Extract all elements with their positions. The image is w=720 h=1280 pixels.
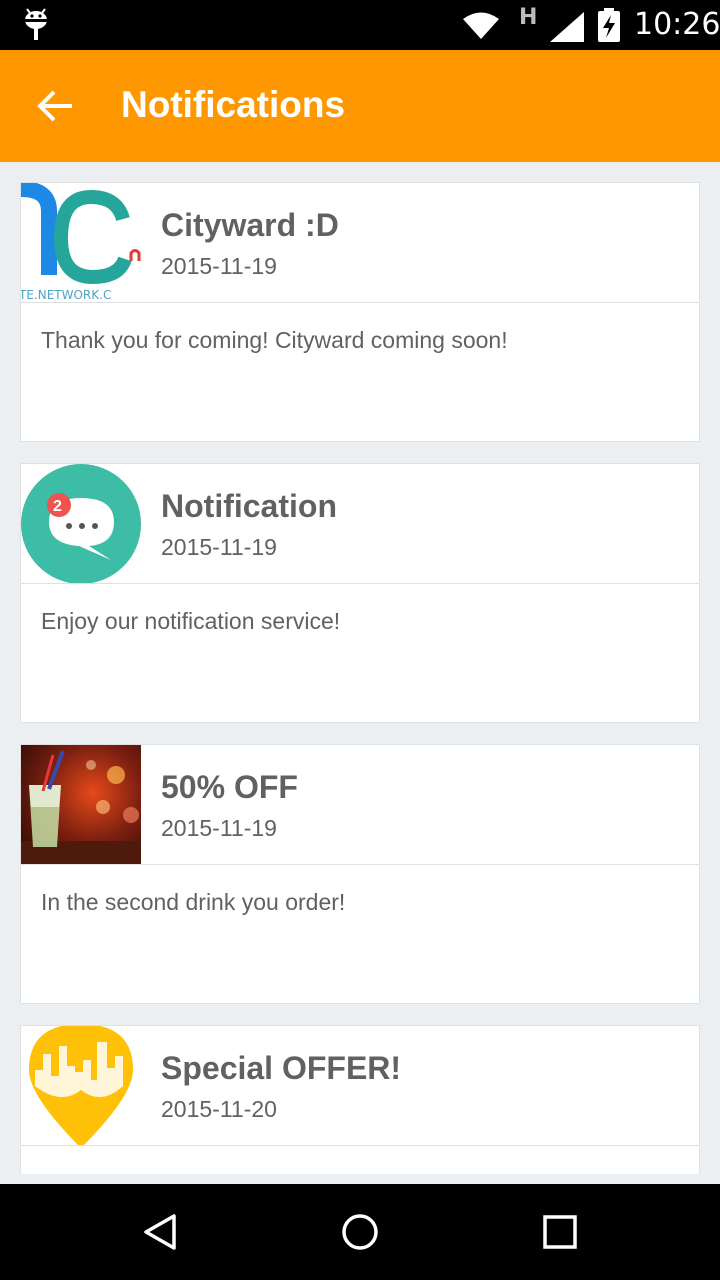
divider xyxy=(21,583,699,584)
battery-charging-icon xyxy=(598,8,620,42)
network-type-label: H xyxy=(519,5,538,30)
divider xyxy=(21,302,699,303)
notification-card[interactable]: Special OFFER! 2015-11-20 xyxy=(20,1025,700,1174)
status-clock: 10:26 xyxy=(634,7,720,42)
notification-title: Cityward :D xyxy=(161,207,339,243)
home-circle-icon[interactable] xyxy=(340,1212,380,1252)
divider xyxy=(21,1145,699,1146)
notification-list[interactable]: TE.NETWORK.C Cityward :D 2015-11-19 Than… xyxy=(0,162,720,1174)
notification-card[interactable]: TE.NETWORK.C Cityward :D 2015-11-19 Than… xyxy=(20,182,700,442)
cityward-logo-text: TE.NETWORK.C xyxy=(21,288,111,302)
signal-icon xyxy=(550,12,584,42)
android-debug-icon xyxy=(25,8,47,40)
notification-date: 2015-11-19 xyxy=(161,253,277,279)
notification-body: Enjoy our notification service! xyxy=(41,608,341,634)
notification-date: 2015-11-20 xyxy=(161,1096,277,1122)
notification-body: Thank you for coming! Cityward coming so… xyxy=(41,327,508,353)
page-title: Notifications xyxy=(121,84,346,125)
notification-badge-count: 2 xyxy=(53,498,62,515)
notification-title: Special OFFER! xyxy=(161,1050,402,1086)
arrow-back-icon[interactable] xyxy=(36,86,76,126)
notification-date: 2015-11-19 xyxy=(161,815,277,841)
wifi-icon xyxy=(463,12,499,39)
divider xyxy=(21,864,699,865)
notification-body: In the second drink you order! xyxy=(41,889,346,915)
chat-bubble-icon: 2 xyxy=(21,464,141,584)
status-bar: H 10:26 xyxy=(0,0,720,50)
cocktail-photo-thumb xyxy=(21,745,141,865)
app-bar: Notifications xyxy=(0,50,720,162)
city-pin-logo-thumb xyxy=(21,1026,141,1146)
notification-date: 2015-11-19 xyxy=(161,534,277,560)
notification-card[interactable]: 50% OFF 2015-11-19 In the second drink y… xyxy=(20,744,700,1004)
cityward-logo-thumb: TE.NETWORK.C xyxy=(21,183,141,303)
notification-title: 50% OFF xyxy=(161,769,298,805)
back-triangle-icon[interactable] xyxy=(140,1212,180,1252)
recents-square-icon[interactable] xyxy=(540,1212,580,1252)
navigation-bar xyxy=(0,1184,720,1280)
notification-card[interactable]: 2 Notification 2015-11-19 Enjoy our noti… xyxy=(20,463,700,723)
notification-title: Notification xyxy=(161,488,337,524)
